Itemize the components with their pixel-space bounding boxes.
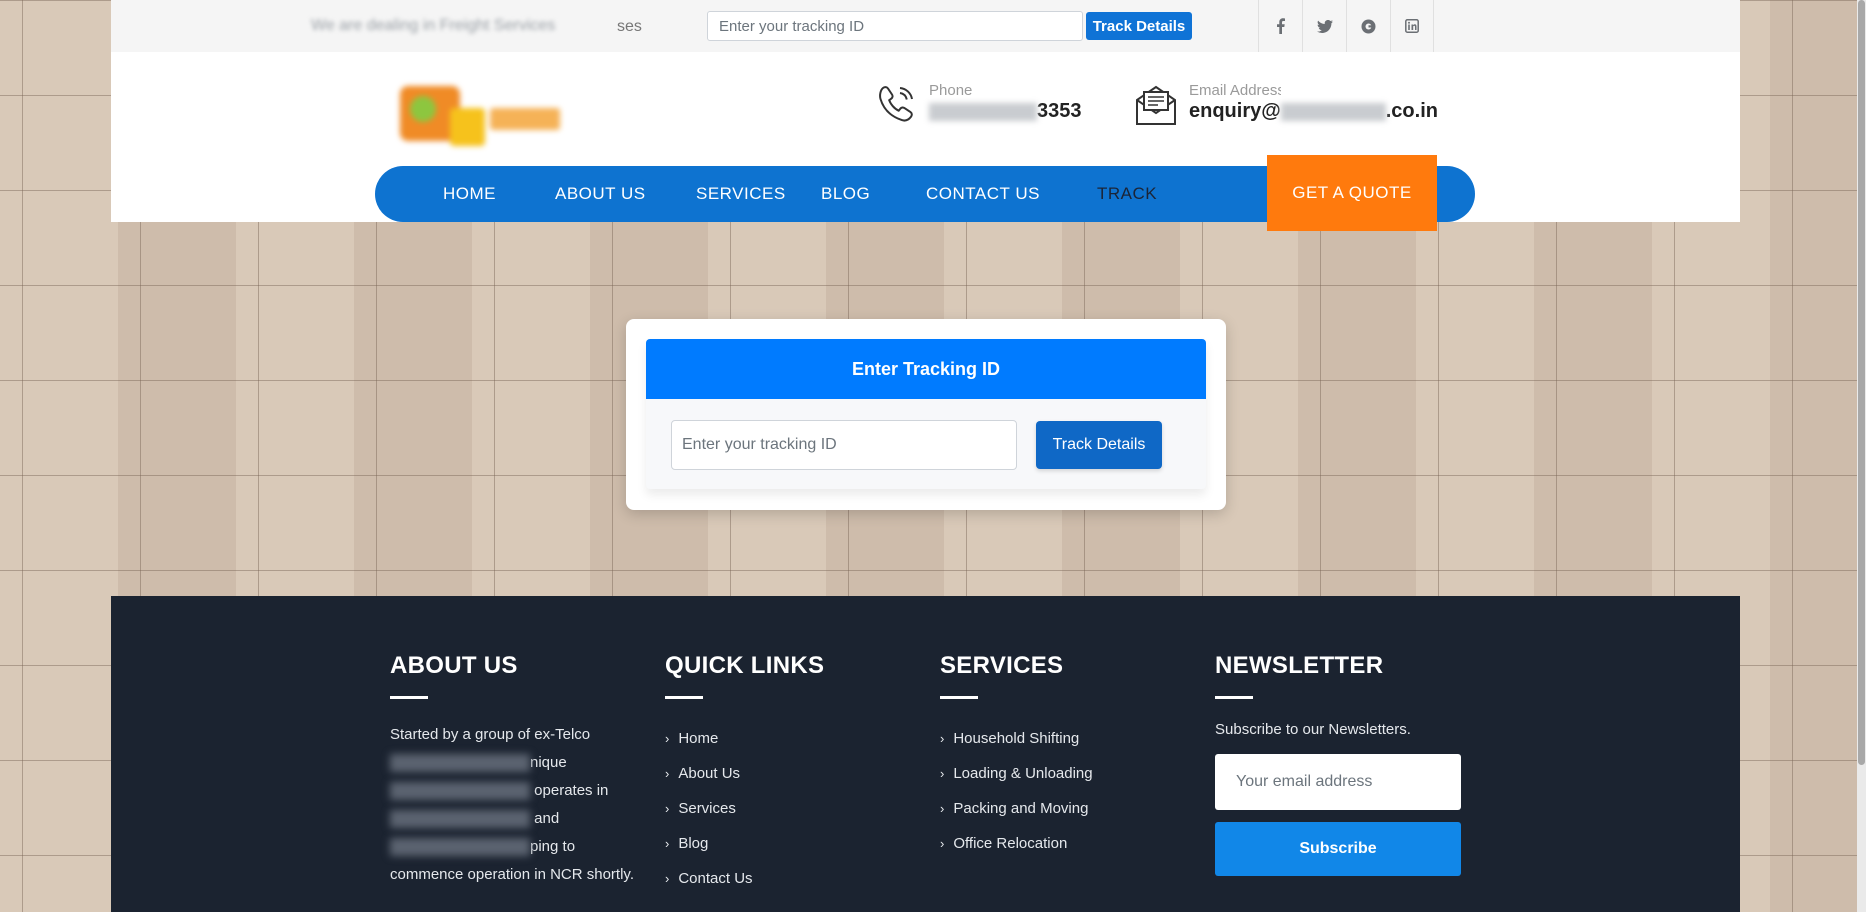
linkedin-icon[interactable]	[1390, 0, 1434, 52]
quick-link-home[interactable]: › Home	[665, 721, 824, 756]
email-value-start: enquiry@	[1189, 100, 1281, 122]
heading-underline	[665, 696, 703, 699]
tagline-text: ses	[617, 18, 642, 35]
footer-about: ABOUT US Started by a group of ex-Telco …	[390, 652, 635, 889]
phone-value-end: 3353	[1037, 100, 1082, 122]
service-link-loading-unloading[interactable]: › Loading & Unloading	[940, 756, 1093, 791]
quick-link-services[interactable]: › Services	[665, 791, 824, 826]
get-a-quote-button[interactable]: GET A QUOTE	[1267, 155, 1437, 231]
site-header: Phone 3353 Email Address enquiry@ .co.in …	[111, 52, 1740, 231]
tracking-id-input[interactable]	[671, 420, 1017, 470]
phone-icon	[879, 86, 913, 122]
email-value: enquiry@ .co.in	[1189, 100, 1438, 123]
social-links	[1258, 0, 1434, 52]
twitter-icon[interactable]	[1302, 0, 1346, 52]
nav-services[interactable]: SERVICES	[696, 166, 786, 222]
scrollbar-thumb[interactable]	[1858, 0, 1865, 765]
google-plus-icon[interactable]	[1346, 0, 1390, 52]
site-footer: ABOUT US Started by a group of ex-Telco …	[111, 596, 1740, 912]
newsletter-email-input[interactable]	[1215, 754, 1461, 810]
about-text: Started by a group of ex-Telco nique ope…	[390, 721, 635, 889]
quick-link-about-us[interactable]: › About Us	[665, 756, 824, 791]
footer-quick-links-heading: QUICK LINKS	[665, 652, 825, 679]
about-line: nique	[390, 749, 635, 777]
chevron-right-icon: ›	[940, 731, 945, 746]
nav-blog[interactable]: BLOG	[821, 166, 870, 222]
chevron-right-icon: ›	[940, 836, 945, 851]
chevron-right-icon: ›	[665, 801, 670, 816]
chevron-right-icon: ›	[665, 766, 670, 781]
service-link-office-relocation[interactable]: › Office Relocation	[940, 826, 1093, 861]
nav-contact-us[interactable]: CONTACT US	[926, 166, 1040, 222]
footer-services-heading: SERVICES	[940, 652, 1064, 679]
nav-home[interactable]: HOME	[443, 166, 496, 222]
footer-services: SERVICES › Household Shifting › Loading & …	[940, 652, 1093, 861]
service-link-household-shifting[interactable]: › Household Shifting	[940, 721, 1093, 756]
chevron-right-icon: ›	[940, 766, 945, 781]
footer-about-heading: ABOUT US	[390, 652, 518, 679]
track-details-button[interactable]: Track Details	[1036, 421, 1162, 469]
phone-value: 3353	[929, 100, 1082, 123]
quick-link-blog[interactable]: › Blog	[665, 826, 824, 861]
company-logo[interactable]	[390, 78, 590, 158]
top-bar: We are dealing in Freight Services ses T…	[111, 0, 1740, 52]
phone-contact: Phone 3353	[873, 82, 1082, 128]
page-scrollbar[interactable]	[1857, 0, 1866, 912]
facebook-icon[interactable]	[1258, 0, 1302, 52]
footer-newsletter-heading: NEWSLETTER	[1215, 652, 1384, 679]
chevron-right-icon: ›	[940, 801, 945, 816]
about-line: commence operation in NCR shortly.	[390, 866, 634, 883]
chevron-right-icon: ›	[665, 871, 670, 886]
about-line: operates in	[390, 777, 635, 805]
phone-label: Phone	[929, 82, 973, 99]
top-track-button[interactable]: Track Details	[1086, 12, 1192, 40]
about-line: and	[390, 805, 635, 833]
quick-link-contact-us[interactable]: › Contact Us	[665, 861, 824, 896]
heading-underline	[390, 696, 428, 699]
email-label: Email Address	[1189, 82, 1281, 99]
tracking-card-body: Enter Tracking ID Track Details	[646, 339, 1206, 489]
chevron-right-icon: ›	[665, 731, 670, 746]
email-value-end: .co.in	[1385, 100, 1438, 122]
tagline-blurred: We are dealing in Freight Services	[311, 17, 556, 34]
email-contact: Email Address enquiry@ .co.in	[1133, 82, 1438, 128]
about-line: Started by a group of ex-Telco	[390, 726, 591, 743]
top-tracking-input[interactable]	[707, 11, 1083, 41]
about-line: ping to	[390, 833, 635, 861]
newsletter-text: Subscribe to our Newsletters.	[1215, 721, 1411, 738]
heading-underline	[1215, 696, 1253, 699]
nav-track[interactable]: TRACK	[1097, 166, 1157, 222]
tracking-card: Enter Tracking ID Track Details	[626, 319, 1226, 510]
service-link-packing-moving[interactable]: › Packing and Moving	[940, 791, 1093, 826]
chevron-right-icon: ›	[665, 836, 670, 851]
subscribe-button[interactable]: Subscribe	[1215, 822, 1461, 876]
tracking-card-title: Enter Tracking ID	[646, 339, 1206, 399]
heading-underline	[940, 696, 978, 699]
footer-newsletter: NEWSLETTER Subscribe to our Newsletters.…	[1215, 652, 1461, 892]
nav-about-us[interactable]: ABOUT US	[555, 166, 646, 222]
footer-quick-links: QUICK LINKS › Home › About Us › Services › B…	[665, 652, 824, 896]
email-icon	[1136, 85, 1176, 125]
